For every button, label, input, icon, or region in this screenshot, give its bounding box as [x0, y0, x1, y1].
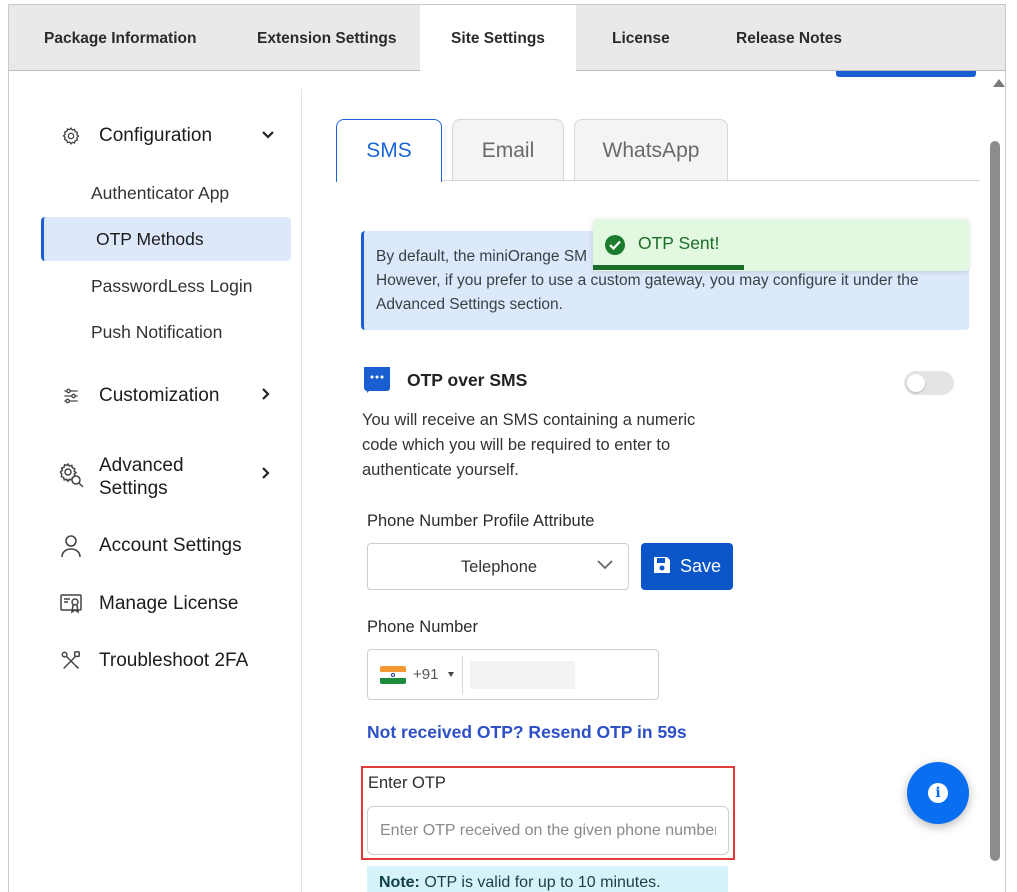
certificate-icon: [59, 592, 83, 616]
tools-icon: [59, 649, 83, 673]
sidebar-item-label: Troubleshoot 2FA: [99, 650, 249, 671]
otp-sms-toggle[interactable]: [904, 371, 954, 395]
note-bold: Note:: [379, 874, 420, 891]
toast-message: OTP Sent!: [638, 233, 720, 253]
info-glyph: i: [935, 785, 941, 801]
toggle-knob: [907, 374, 925, 392]
sidebar-item-passwordless-login[interactable]: PasswordLess Login: [91, 276, 252, 297]
info-fab-button[interactable]: i: [907, 762, 969, 824]
scrollbar[interactable]: [989, 71, 1005, 892]
phone-attr-select[interactable]: Telephone: [367, 543, 629, 590]
enter-otp-highlight: Enter OTP: [361, 766, 735, 860]
sidebar-item-account-settings[interactable]: Account Settings: [11, 526, 302, 566]
phone-label: Phone Number: [367, 618, 478, 636]
phone-number-input[interactable]: [470, 661, 575, 689]
sidebar: Configuration Authenticator App OTP Meth…: [11, 89, 302, 892]
sidebar-item-customization[interactable]: Customization: [11, 376, 302, 416]
sidebar-item-label: Configuration: [99, 125, 213, 146]
sidebar-item-authenticator-app[interactable]: Authenticator App: [91, 183, 229, 204]
advanced-line-1: Advanced: [99, 455, 184, 476]
chevron-right-icon: [261, 387, 271, 406]
divider: [462, 656, 463, 694]
section-title: OTP over SMS: [407, 370, 528, 390]
top-tab-bar: Package Information Extension Settings S…: [9, 5, 1005, 72]
country-code[interactable]: +91: [413, 666, 438, 683]
otp-sent-toast: OTP Sent!: [593, 219, 969, 271]
user-icon: [59, 534, 83, 558]
select-value: Telephone: [460, 558, 538, 576]
phone-number-field[interactable]: +91: [367, 649, 659, 700]
sidebar-item-push-notification[interactable]: Push Notification: [91, 322, 222, 343]
scroll-thumb[interactable]: [990, 141, 1000, 861]
chat-icon: [364, 367, 390, 393]
sidebar-item-advanced-settings[interactable]: Advanced Settings: [11, 445, 302, 505]
tab-site-settings[interactable]: Site Settings: [420, 5, 576, 72]
tab-whatsapp[interactable]: WhatsApp: [574, 119, 728, 181]
otp-label: Enter OTP: [368, 774, 446, 792]
note-text: OTP is valid for up to 10 minutes.: [419, 874, 661, 891]
tab-release-notes[interactable]: Release Notes: [736, 5, 842, 71]
chevron-down-icon: [261, 127, 275, 145]
sliders-icon: [59, 384, 83, 408]
info-line-3: Advanced Settings section.: [376, 296, 563, 313]
otp-input[interactable]: [367, 806, 729, 855]
chevron-right-icon: [261, 466, 271, 485]
scroll-up-arrow-icon[interactable]: [993, 79, 1005, 87]
otp-validity-note: Note: OTP is valid for up to 10 minutes.: [367, 866, 728, 892]
info-line-2: However, if you prefer to use a custom g…: [376, 272, 919, 289]
sidebar-item-troubleshoot[interactable]: Troubleshoot 2FA: [11, 641, 302, 681]
tab-package-information[interactable]: Package Information: [44, 5, 196, 71]
save-button[interactable]: Save: [641, 543, 733, 590]
chevron-down-icon: [596, 558, 614, 576]
tab-extension-settings[interactable]: Extension Settings: [257, 5, 397, 71]
tab-license[interactable]: License: [612, 5, 670, 71]
gear-icon: [59, 124, 83, 148]
advanced-line-2: Settings: [99, 478, 168, 499]
toast-progress-bar: [593, 265, 744, 270]
sidebar-item-otp-methods[interactable]: OTP Methods: [41, 217, 291, 261]
check-circle-icon: [605, 235, 625, 255]
section-description: You will receive an SMS containing a num…: [362, 411, 696, 479]
sidebar-item-label: Advanced Settings: [99, 454, 184, 500]
sidebar-item-configuration[interactable]: Configuration: [11, 116, 302, 156]
save-label: Save: [680, 556, 722, 576]
caret-down-icon[interactable]: [448, 672, 454, 677]
india-flag-icon[interactable]: [380, 666, 406, 684]
phone-attr-label: Phone Number Profile Attribute: [367, 512, 595, 530]
sidebar-item-label: Manage License: [99, 593, 239, 614]
info-icon: i: [928, 783, 948, 803]
partial-button-edge: [836, 71, 976, 77]
settings-window: Package Information Extension Settings S…: [8, 4, 1006, 892]
tab-email[interactable]: Email: [452, 119, 564, 181]
sidebar-item-label: Account Settings: [99, 535, 242, 556]
sidebar-item-label: Customization: [99, 385, 220, 406]
main-panel: SMS Email WhatsApp By default, the miniO…: [302, 71, 986, 892]
sidebar-item-manage-license[interactable]: Manage License: [11, 584, 302, 624]
gear-search-icon: [56, 460, 86, 490]
save-icon: [653, 556, 671, 579]
resend-otp-link[interactable]: Not received OTP? Resend OTP in 59s: [367, 722, 687, 743]
tab-sms[interactable]: SMS: [336, 119, 442, 182]
